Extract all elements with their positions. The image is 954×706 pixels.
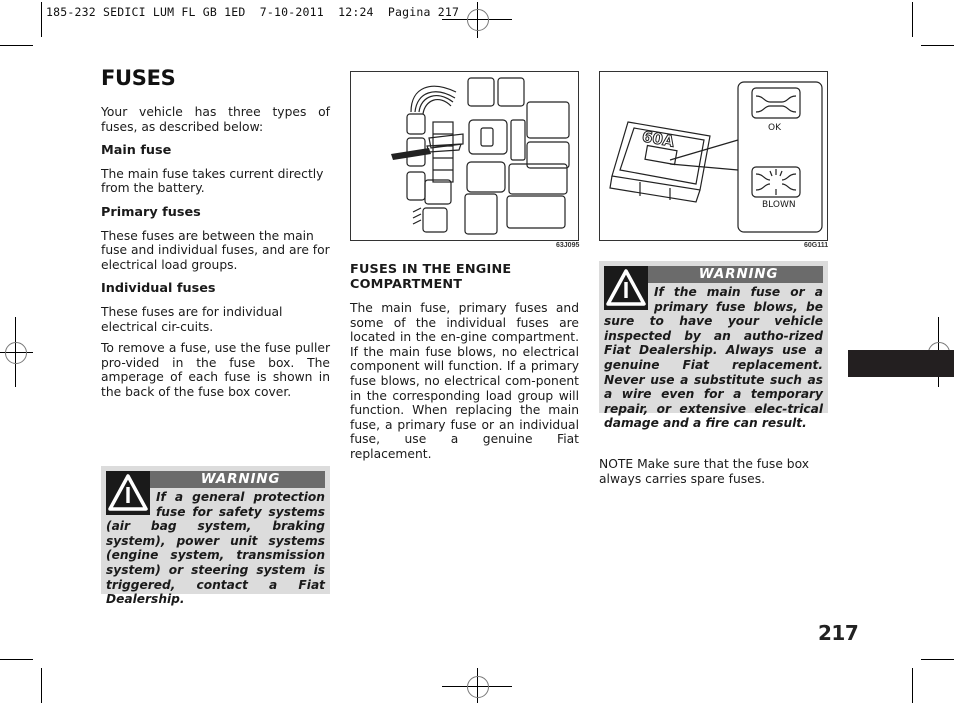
warning-box-left: WARNING If a general protection fuse for… [101, 466, 330, 606]
section-tab [848, 350, 954, 377]
page-title: FUSES [101, 66, 176, 90]
ok-label: OK [768, 123, 781, 133]
section-text: The main fuse takes current directly fro… [101, 166, 324, 196]
section-heading: FUSES IN THE ENGINE COMPARTMENT [350, 262, 512, 292]
section-text: The main fuse, primary fuses and some of… [350, 301, 579, 461]
section-heading: Main fuse [101, 143, 172, 159]
note-text: NOTE Make sure that the fuse box always … [599, 457, 810, 486]
warning-triangle-icon [604, 266, 648, 310]
figure-code: 63J095 [556, 242, 580, 249]
section-text: These fuses are for individual electrica… [101, 304, 283, 334]
warning-box-right: WARNING If the main fuse or a primary fu… [599, 261, 828, 430]
printer-slug: 185-232 SEDICI LUM FL GB 1ED 7-10-2011 1… [46, 5, 460, 19]
warning-triangle-icon [106, 471, 150, 515]
figure-fuse-ok-blown: 60A OK BLOWN [599, 71, 828, 241]
left-column: Your vehicle has three types of fuses, a… [101, 105, 330, 400]
removal-text: To remove a fuse, use the fuse puller pr… [101, 341, 330, 399]
middle-column: FUSES IN THE ENGINE COMPARTMENT The main… [350, 262, 579, 462]
section-text: These fuses are between the main fuse an… [101, 228, 330, 272]
section-heading: Individual fuses [101, 281, 216, 297]
page-number: 217 [818, 621, 859, 645]
fuse-box-illustration [391, 77, 570, 235]
figure-engine-fuse-box [350, 71, 579, 241]
fuse-state-illustration [609, 81, 823, 233]
intro-text: Your vehicle has three types of fuses, a… [101, 105, 330, 134]
blown-label: BLOWN [762, 200, 796, 210]
section-heading: Primary fuses [101, 204, 201, 220]
figure-code: 60G111 [804, 242, 829, 249]
